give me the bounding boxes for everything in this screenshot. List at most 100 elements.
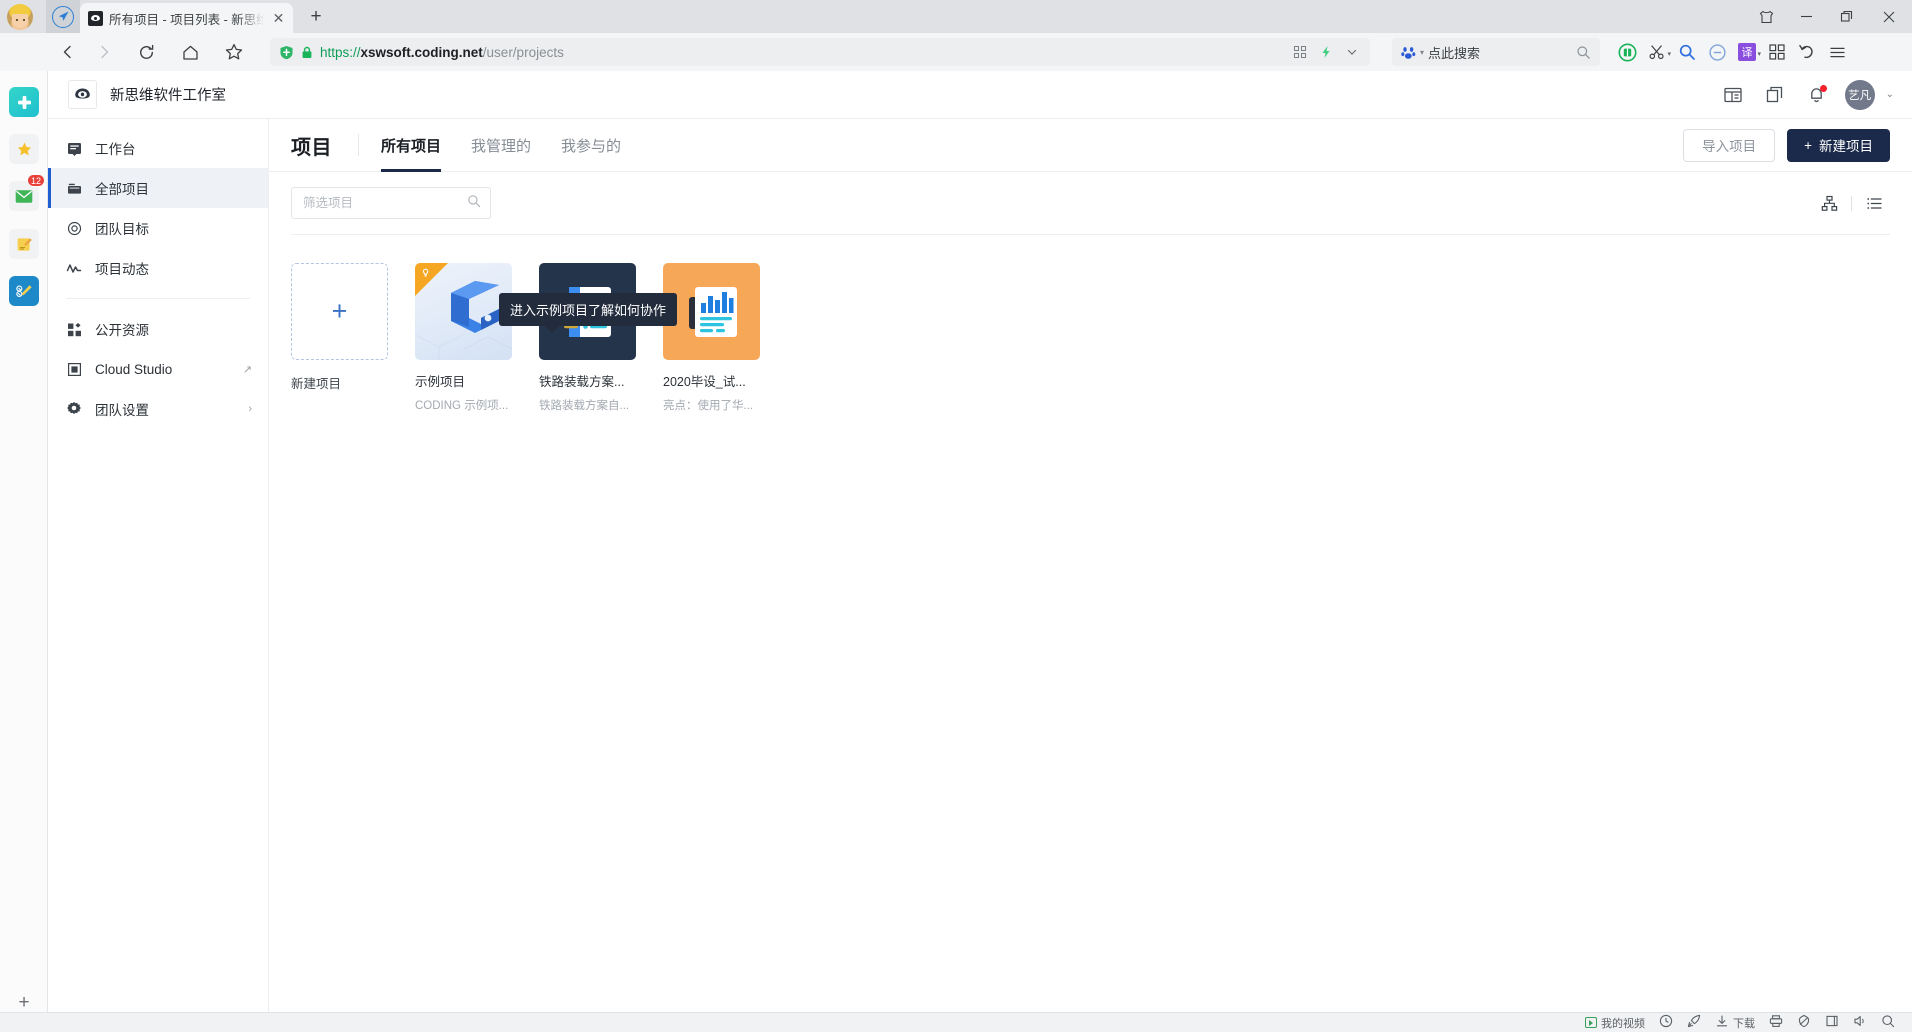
search-icon[interactable] (1573, 42, 1593, 62)
card-project-name: 2020毕设_试... (663, 375, 746, 389)
skin-icon[interactable] (1746, 0, 1786, 33)
project-thumbnail (663, 263, 760, 360)
divider (358, 134, 359, 156)
address-bar[interactable]: https://xswsoft.coding.net/user/projects (270, 38, 1370, 66)
scissors-icon[interactable]: ▾ (1642, 38, 1672, 66)
green-shield-extension-icon[interactable] (1612, 38, 1642, 66)
sidebar-item-team-goals[interactable]: 团队目标 (48, 208, 268, 248)
rail-app-icon[interactable] (9, 87, 39, 117)
rail-editor[interactable] (9, 276, 39, 306)
search-input[interactable] (303, 196, 467, 210)
my-videos-button[interactable]: 我的视频 (1578, 1013, 1652, 1032)
view-toggle-list[interactable] (1858, 188, 1890, 218)
downloads-label: 下载 (1733, 1017, 1755, 1030)
project-card[interactable]: 示例项目 CODING 示例项... (415, 263, 512, 413)
sidebar-item-project-activity[interactable]: 项目动态 (48, 248, 268, 288)
new-project-card[interactable]: + 新建项目 (291, 263, 388, 413)
grid-apps-icon[interactable] (1762, 38, 1792, 66)
chart-orange-icon (688, 286, 737, 337)
close-button[interactable] (1866, 0, 1912, 33)
speedup-button[interactable] (1680, 1013, 1708, 1032)
history-button[interactable] (1652, 1013, 1680, 1032)
sidebar-item-public-resources[interactable]: 公开资源 (48, 309, 268, 349)
sidebar-item-label: 团队设置 (95, 403, 149, 418)
project-card[interactable]: 铁路装载方案... 铁路装载方案自... (539, 263, 636, 413)
chevron-down-icon[interactable]: ▾ (1757, 50, 1761, 58)
star-icon[interactable] (216, 37, 252, 67)
rocket-icon (1687, 1014, 1701, 1031)
window-split-button[interactable] (1818, 1013, 1846, 1032)
chevron-down-icon[interactable]: ⌄ (1886, 89, 1894, 100)
sidebar-item-label: 项目动态 (95, 262, 149, 277)
find-button[interactable] (1874, 1013, 1902, 1032)
chevron-down-icon[interactable]: ▾ (1667, 50, 1671, 58)
magnifier-icon[interactable] (1672, 38, 1702, 66)
qrcode-icon[interactable] (1288, 40, 1312, 64)
search-icon[interactable] (467, 194, 481, 213)
main-content: 项目 所有项目 我管理的 我参与的 导入项目 + 新建项目 筛选项目 + 新建项… (269, 119, 1912, 1012)
sound-button[interactable] (1846, 1013, 1874, 1032)
magnifier-icon (1881, 1014, 1895, 1031)
app-sidebar: 工作台 全部项目 团队目标 项目动态 公开资源 Cloud Studio ↗ 团… (48, 119, 269, 1012)
sidebar-item-cloud-studio[interactable]: Cloud Studio ↗ (48, 349, 268, 389)
import-project-button[interactable]: 导入项目 (1683, 128, 1776, 162)
lightning-icon[interactable] (1314, 40, 1338, 64)
rail-notes[interactable] (9, 229, 39, 259)
hamburger-menu-icon[interactable] (1822, 38, 1852, 66)
view-toggle-group[interactable] (1813, 188, 1845, 218)
close-icon[interactable]: ✕ (270, 10, 287, 27)
green-lock-icon (301, 46, 313, 59)
tab-joined-by-me[interactable]: 我参与的 (561, 119, 621, 172)
rail-mail[interactable]: 12 (9, 174, 45, 211)
reload-icon[interactable] (128, 37, 164, 67)
undo-icon[interactable] (1792, 38, 1822, 66)
create-project-button[interactable]: + 新建项目 (1787, 128, 1890, 162)
url-text: https://xswsoft.coding.net/user/projects (320, 45, 1281, 60)
download-icon (1715, 1014, 1729, 1031)
sidebar-item-all-projects[interactable]: 全部项目 (48, 168, 268, 208)
sidebar-item-team-settings[interactable]: 团队设置 › (48, 389, 268, 429)
minimize-button[interactable] (1786, 0, 1826, 33)
browser-extension-icons: ▾ 译 ▾ (1612, 38, 1852, 66)
workbench-icon (66, 140, 82, 156)
chevron-down-icon[interactable] (1340, 40, 1364, 64)
maximize-button[interactable] (1826, 0, 1866, 33)
target-icon (66, 220, 82, 236)
minus-circle-icon[interactable] (1702, 38, 1732, 66)
play-icon (1585, 1017, 1597, 1028)
engine-caret-icon[interactable]: ▾ (1420, 48, 1424, 57)
browser-tab[interactable]: 所有项目 - 项目列表 - 新思维软 ✕ (80, 3, 293, 33)
back-arrow-icon[interactable] (50, 37, 86, 67)
browser-search-box[interactable]: ▾ 点此搜索 (1392, 38, 1600, 66)
card-project-desc: CODING 示例项... (415, 400, 509, 412)
user-profile-avatar[interactable] (7, 4, 33, 30)
copy-window-icon[interactable] (1756, 76, 1794, 114)
notification-dot (1819, 84, 1827, 92)
browser-tab-title: 所有项目 - 项目列表 - 新思维软 (109, 8, 264, 28)
browser-app-tab-icon[interactable] (46, 0, 80, 33)
green-shield-icon (279, 45, 294, 60)
translate-icon[interactable]: 译 ▾ (1732, 38, 1762, 66)
downloads-button[interactable]: 下载 (1708, 1013, 1762, 1032)
sidebar-item-label: 公开资源 (95, 323, 149, 338)
print-button[interactable] (1762, 1013, 1790, 1032)
coding-mascot-icon[interactable] (68, 80, 97, 109)
rail-favorites[interactable] (9, 134, 39, 164)
sidebar-item-workbench[interactable]: 工作台 (48, 128, 268, 168)
avatar[interactable]: 艺凡 (1844, 79, 1875, 110)
filter-project-box[interactable] (291, 187, 491, 219)
omnibox-right-icons (1288, 40, 1364, 64)
tab-all-projects[interactable]: 所有项目 (381, 119, 442, 172)
notification-bell-icon[interactable] (1798, 76, 1836, 114)
tab-managed-by-me[interactable]: 我管理的 (471, 119, 531, 172)
project-card[interactable]: 2020毕设_试... 亮点：使用了华... (663, 263, 760, 413)
dashboard-icon[interactable] (1714, 76, 1752, 114)
mail-badge: 12 (26, 174, 45, 187)
card-label: 新建项目 (291, 377, 342, 391)
home-icon[interactable] (172, 37, 208, 67)
create-project-label: 新建项目 (1819, 139, 1873, 154)
sidebar-divider (66, 298, 250, 299)
card-project-desc: 铁路装载方案自... (539, 400, 630, 412)
privacy-button[interactable] (1790, 1013, 1818, 1032)
new-tab-button[interactable]: + (302, 3, 330, 31)
